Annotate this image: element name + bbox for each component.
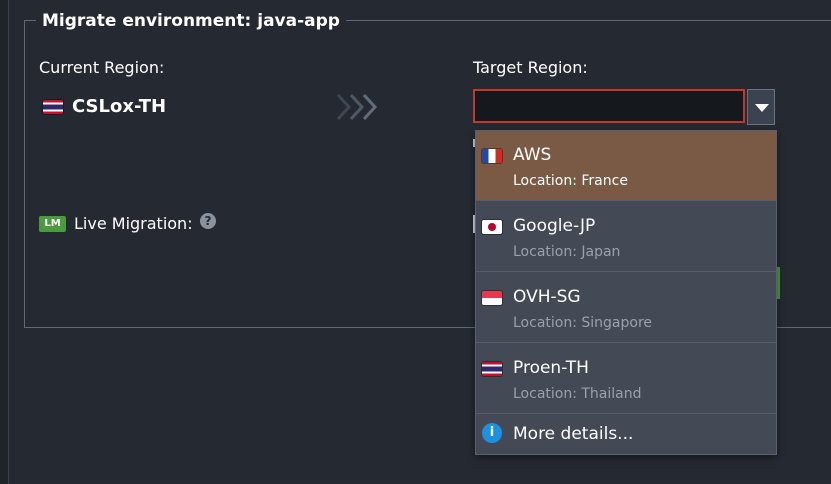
migrate-arrows-icon xyxy=(336,93,378,121)
target-region-label: Target Region: xyxy=(473,58,588,77)
france-flag-icon xyxy=(482,149,502,163)
singapore-flag-icon xyxy=(482,291,502,305)
japan-flag-icon xyxy=(482,220,502,234)
region-option-name: Google-JP xyxy=(513,216,596,236)
region-option-name: Proen-TH xyxy=(513,358,589,378)
more-details-link[interactable]: i More details... xyxy=(476,415,776,453)
region-option-ovh-sg[interactable]: OVH-SG Location: Singapore xyxy=(476,273,776,343)
target-region-dropdown-button[interactable] xyxy=(747,89,775,125)
current-region-name: CSLox-TH xyxy=(72,96,167,117)
region-option-location: Location: Singapore xyxy=(513,315,653,331)
thailand-flag-icon xyxy=(482,362,502,376)
region-option-location: Location: Thailand xyxy=(513,386,642,402)
region-dropdown-list: AWS Location: France Google-JP Location:… xyxy=(475,130,777,455)
more-details-label: More details... xyxy=(513,424,634,444)
region-option-name: OVH-SG xyxy=(513,287,581,307)
thailand-flag-icon xyxy=(43,100,63,114)
live-migration-badge: LM xyxy=(39,216,66,232)
target-region-input[interactable] xyxy=(473,89,745,123)
help-icon[interactable]: ? xyxy=(200,213,216,229)
current-region-label: Current Region: xyxy=(39,58,165,77)
dialog-title: Migrate environment: java-app xyxy=(36,11,346,31)
live-migration-label: Live Migration: xyxy=(74,214,193,233)
region-option-name: AWS xyxy=(513,145,552,165)
region-option-aws[interactable]: AWS Location: France xyxy=(476,131,776,201)
region-option-google-jp[interactable]: Google-JP Location: Japan xyxy=(476,202,776,272)
left-panel-edge xyxy=(0,0,9,484)
region-option-location: Location: Japan xyxy=(513,244,621,260)
region-option-location: Location: France xyxy=(513,173,628,189)
hidden-button-edge xyxy=(777,267,780,299)
info-icon: i xyxy=(482,423,502,443)
region-option-proen-th[interactable]: Proen-TH Location: Thailand xyxy=(476,344,776,414)
